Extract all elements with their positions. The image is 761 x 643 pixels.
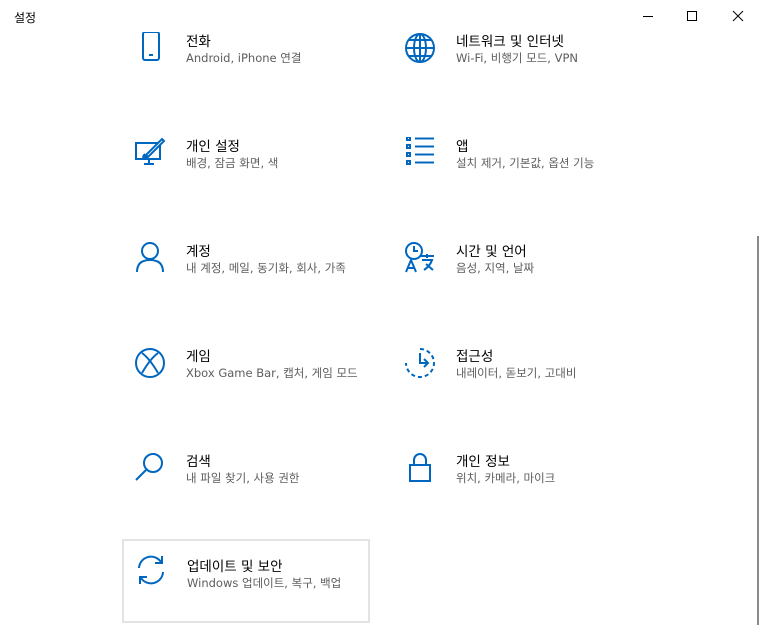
tile-description: 내레이터, 돋보기, 고대비: [456, 366, 577, 380]
xbox-icon: [134, 347, 166, 379]
minimize-button[interactable]: [625, 0, 671, 32]
tile-description: Xbox Game Bar, 캡처, 게임 모드: [186, 366, 358, 380]
search-icon: [134, 452, 166, 484]
tile-description: 배경, 잠금 화면, 색: [186, 156, 279, 170]
tile-title: 네트워크 및 인터넷: [456, 34, 564, 50]
tile-description: Android, iPhone 연결: [186, 51, 302, 65]
ease-of-access-icon: [404, 347, 436, 379]
tile-description: Wi-Fi, 비행기 모드, VPN: [456, 51, 579, 65]
tile-title: 전화: [186, 34, 211, 50]
person-icon: [134, 242, 166, 274]
tile-title: 개인 설정: [186, 139, 240, 155]
apps-list-icon: [404, 136, 436, 169]
title-bar: 설정: [0, 0, 761, 32]
tile-time-language[interactable]: 시간 및 언어 음성, 지역, 날짜: [392, 240, 640, 324]
tile-title: 검색: [186, 454, 211, 470]
tile-search[interactable]: 검색 내 파일 찾기, 사용 권한: [122, 450, 370, 534]
tile-title: 개인 정보: [456, 454, 510, 470]
settings-window: 설정 전화 Android, iPhone 연결 네트워크 및 인터넷 Wi-F…: [0, 0, 761, 643]
tile-update-security[interactable]: 업데이트 및 보안 Windows 업데이트, 복구, 백업: [122, 539, 370, 623]
close-button[interactable]: [715, 0, 761, 32]
minimize-icon: [643, 16, 653, 17]
tile-description: 음성, 지역, 날짜: [456, 261, 535, 275]
lock-icon: [404, 452, 436, 484]
tile-title: 업데이트 및 보안: [187, 559, 283, 575]
tile-description: 내 계정, 메일, 동기화, 회사, 가족: [186, 261, 346, 275]
sync-icon: [135, 554, 167, 586]
tile-ease-of-access[interactable]: 접근성 내레이터, 돋보기, 고대비: [392, 345, 640, 429]
maximize-icon: [687, 11, 697, 21]
tile-description: Windows 업데이트, 복구, 백업: [187, 576, 342, 590]
tile-accounts[interactable]: 계정 내 계정, 메일, 동기화, 회사, 가족: [122, 240, 370, 324]
tile-title: 접근성: [456, 349, 494, 365]
scrollbar[interactable]: [757, 236, 759, 625]
tile-description: 위치, 카메라, 마이크: [456, 471, 556, 485]
tile-apps[interactable]: 앱 설치 제거, 기본값, 옵션 기능: [392, 135, 640, 219]
app-title: 설정: [14, 11, 37, 25]
tile-title: 앱: [456, 139, 469, 155]
tile-title: 게임: [186, 349, 211, 365]
close-icon: [732, 10, 744, 22]
globe-icon: [404, 32, 436, 64]
tile-title: 시간 및 언어: [456, 244, 527, 260]
tile-network[interactable]: 네트워크 및 인터넷 Wi-Fi, 비행기 모드, VPN: [392, 30, 640, 114]
tile-gaming[interactable]: 게임 Xbox Game Bar, 캡처, 게임 모드: [122, 345, 370, 429]
tile-description: 설치 제거, 기본값, 옵션 기능: [456, 156, 595, 170]
tile-title: 계정: [186, 244, 211, 260]
tile-personalization[interactable]: 개인 설정 배경, 잠금 화면, 색: [122, 135, 370, 219]
tile-description: 내 파일 찾기, 사용 권한: [186, 471, 300, 485]
tile-privacy[interactable]: 개인 정보 위치, 카메라, 마이크: [392, 450, 640, 534]
phone-icon: [134, 31, 166, 64]
maximize-button[interactable]: [669, 0, 715, 32]
time-language-icon: [404, 242, 436, 274]
tile-phone[interactable]: 전화 Android, iPhone 연결: [122, 30, 370, 114]
personalization-icon: [134, 137, 166, 169]
